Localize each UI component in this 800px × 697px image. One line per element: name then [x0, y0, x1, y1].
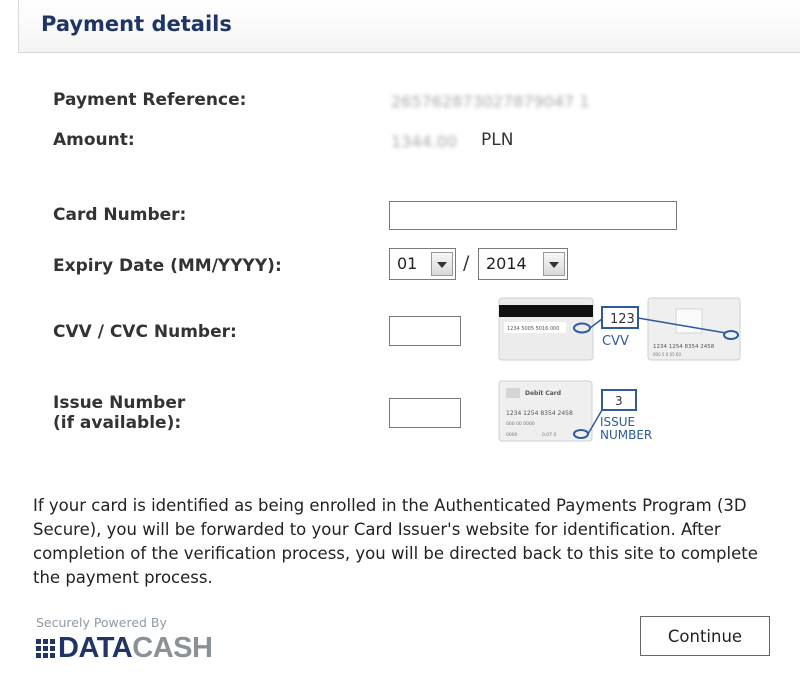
magnetic-stripe [499, 305, 593, 317]
expiry-date-label: Expiry Date (MM/YYYY): [53, 256, 282, 276]
stripe-numbers: 1234 5005 5016 000 [507, 326, 560, 332]
page-title: Payment details [41, 12, 232, 36]
continue-button[interactable]: Continue [640, 616, 770, 656]
header-bar: Payment details [18, 0, 800, 53]
issue-number-label-line1: Issue Number [53, 393, 186, 413]
debit-card-logo [506, 388, 520, 398]
debit-card-small-bottom-mid: 0.07 0 [542, 432, 556, 438]
logo-text-cash: CASH [132, 631, 213, 664]
issue-caption-line1: ISSUE [600, 415, 635, 429]
cvv-code: 123 [610, 312, 635, 327]
card-number-label: Card Number: [53, 205, 187, 225]
cvv-label: CVV / CVC Number: [53, 322, 237, 342]
expiry-month-select[interactable]: 01 [389, 248, 456, 280]
issue-code: 3 [615, 394, 623, 408]
debit-card-small-left: 000 00 0000 [506, 421, 535, 427]
cvv-caption: CVV [602, 334, 629, 349]
logo-dots-icon [36, 638, 55, 658]
expiry-year-value: 2014 [486, 254, 527, 273]
card-chip [675, 308, 703, 334]
expiry-separator: / [463, 252, 470, 274]
issue-caption-line2: NUMBER [600, 428, 652, 442]
issue-card-illustration: Debit Card 1234 1254 8354 2458 000 00 00… [498, 380, 652, 442]
debit-card-number: 1234 1254 8354 2458 [506, 410, 573, 417]
payment-page: Payment details Payment Reference: 26576… [0, 0, 800, 697]
logo-text-data: DATA [58, 631, 133, 664]
card-number-input[interactable] [389, 201, 677, 230]
amount-currency: PLN [481, 130, 514, 150]
cvv-input[interactable] [389, 316, 461, 346]
issue-number-input[interactable] [389, 398, 461, 428]
cvv-card-illustration: 1234 5005 5016 000 123 CVV 1234 1254 835… [498, 297, 741, 361]
datacash-logo: DATA CASH [36, 631, 213, 664]
debit-card-title: Debit Card [525, 390, 561, 397]
front-small-text: 000 5 6 05 60 [653, 352, 681, 357]
amount-value: 1344.00 [391, 132, 458, 151]
debit-card-small-bottom-left: 0000 [506, 432, 518, 438]
chevron-down-icon[interactable] [431, 252, 453, 276]
issue-number-label-line2: (if available): [53, 413, 182, 433]
info-text: If your card is identified as being enro… [33, 496, 758, 587]
chevron-down-icon[interactable] [543, 252, 565, 276]
front-card-number: 1234 1254 8354 2458 [653, 344, 715, 350]
issue-number-label: Issue Number (if available): [53, 393, 185, 433]
expiry-month-value: 01 [397, 254, 418, 273]
powered-by-text: Securely Powered By [36, 615, 167, 630]
amount-label: Amount: [53, 130, 135, 150]
payment-reference-label: Payment Reference: [53, 90, 247, 110]
payment-reference-value: 265762873027879047 1 [391, 92, 590, 111]
expiry-year-select[interactable]: 2014 [478, 248, 568, 280]
